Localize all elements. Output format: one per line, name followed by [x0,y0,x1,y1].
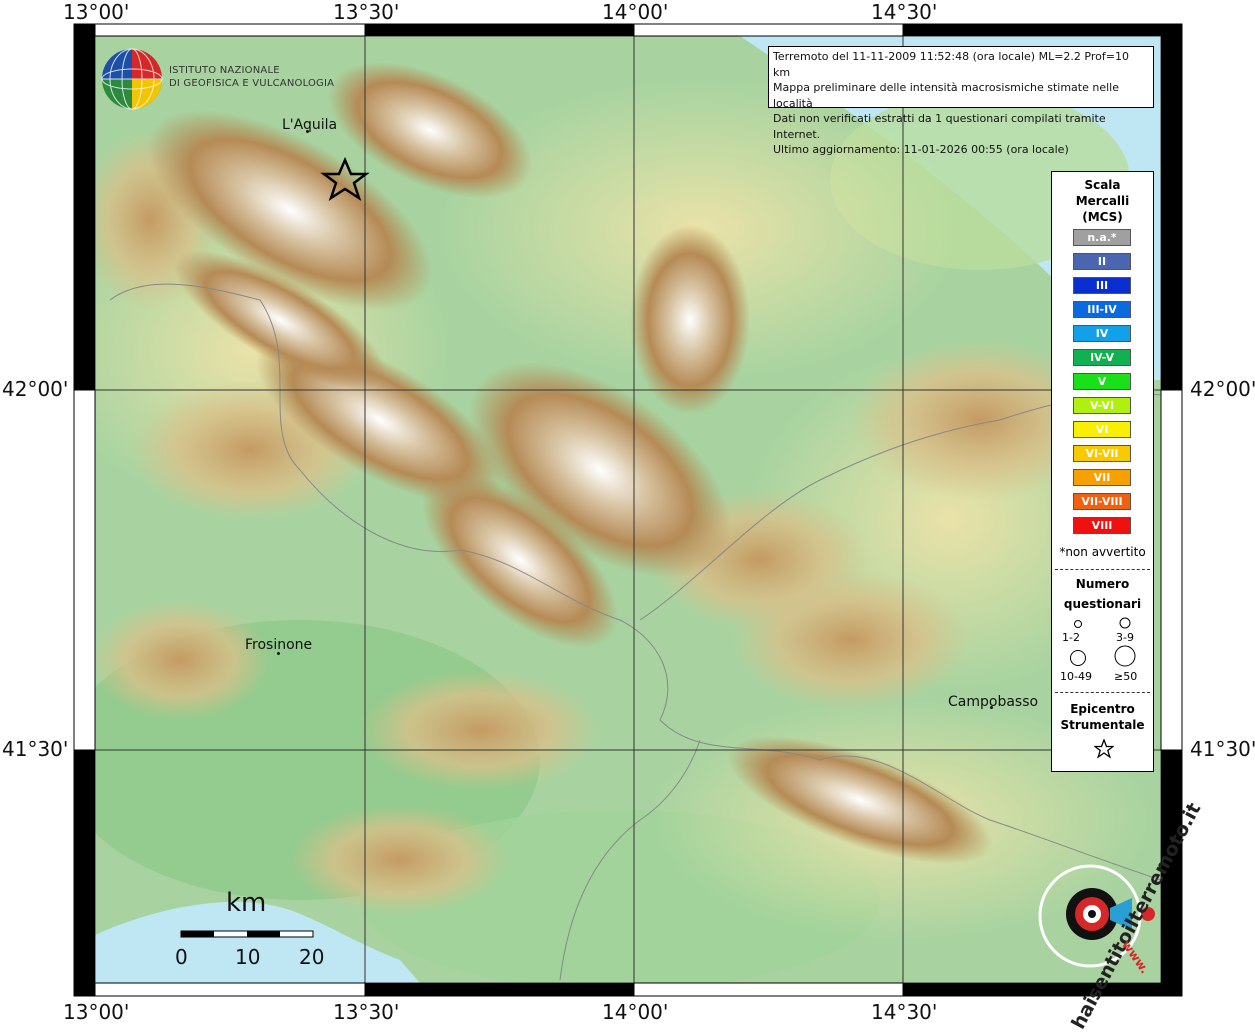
legend-swatch: VI-VII [1073,445,1131,462]
legend-swatch: II [1073,253,1131,270]
legend-swatch: VIII [1073,517,1131,534]
lon-tick-bottom: 13°00' [63,1000,130,1024]
legend-star-icon [1094,739,1114,759]
legend-title-line: Scala [1084,178,1121,192]
legend-count-title: Numero questionari [1052,574,1153,614]
ingv-logo-line: DI GEOFISICA E VULCANOLOGIA [169,78,335,89]
scale-bar-label: 10 [235,945,261,969]
event-info-box: Terremoto del 11-11-2009 11:52:48 (ora l… [768,46,1154,156]
ingv-logo-icon [101,48,163,110]
lon-tick-top: 14°00' [602,0,669,24]
lon-tick-top: 13°30' [333,0,400,24]
legend-count-bin: 3-9 [1116,631,1134,644]
lon-tick-bottom: 13°30' [333,1000,400,1024]
legend-swatch: IV [1073,325,1131,342]
legend-count-bin: ≥50 [1114,670,1138,683]
legend-swatch: IV-V [1073,349,1131,366]
legend-divider [1055,692,1150,693]
legend-title: Scala Mercalli (MCS) [1052,177,1153,225]
event-info-line: Mappa preliminare delle intensità macros… [773,81,1119,110]
legend-swatch: VII [1073,469,1131,486]
legend-swatch: V [1073,373,1131,390]
legend-swatch: VII-VIII [1073,493,1131,510]
city-marker [306,130,309,133]
event-info-line: Ultimo aggiornamento: 11-01-2026 00:55 (… [773,143,1069,156]
terrain [95,36,1161,983]
city-marker [990,706,993,709]
legend-title-line: Mercalli [1075,194,1130,208]
legend-epicenter-title: Epicentro Strumentale [1052,701,1153,733]
legend-title-line: (MCS) [1082,210,1123,224]
lon-tick-top: 14°30' [871,0,938,24]
legend-epicenter-line: Strumentale [1060,718,1145,732]
legend-epicenter-line: Epicentro [1070,702,1135,716]
scale-bar-unit: km [226,888,267,918]
lat-tick-right: 41°30' [1190,737,1255,761]
lat-tick-right: 42°00' [1190,377,1255,401]
legend-count-title-line: Numero [1075,577,1130,591]
lat-tick-left: 42°00' [2,377,69,401]
legend-swatch: III [1073,277,1131,294]
mcs-legend: Scala Mercalli (MCS) n.a.* II III III-IV IV I… [1051,171,1154,772]
lon-tick-top: 13°00' [63,0,130,24]
event-info-line: Terremoto del 11-11-2009 11:52:48 (ora l… [773,50,1129,79]
lon-tick-bottom: 14°30' [871,1000,938,1024]
event-info-line: Dati non verificati estratti da 1 questi… [773,112,1106,141]
city-label-frosinone: Frosinone [245,637,313,653]
city-label-laquila: L'Aquila [282,117,338,133]
lon-tick-bottom: 14°00' [602,1000,669,1024]
legend-count-bin: 10-49 [1060,670,1092,683]
city-label-campobasso: Campobasso [948,694,1039,710]
legend-count-bin: 1-2 [1062,631,1080,644]
legend-swatch: VI [1073,421,1131,438]
ingv-logo-line: ISTITUTO NAZIONALE [169,65,280,76]
legend-count-title-line: questionari [1063,597,1142,611]
scale-bar [180,930,314,938]
legend-swatch: n.a.* [1073,229,1131,246]
legend-swatch: V-VI [1073,397,1131,414]
ingv-logo-text: ISTITUTO NAZIONALE DI GEOFISICA E VULCAN… [169,64,334,90]
legend-divider [1055,569,1150,570]
scale-bar-label: 0 [175,945,188,969]
legend-not-felt: *non avvertito [1059,545,1146,559]
scale-bar-label: 20 [299,945,325,969]
city-marker [277,652,280,655]
legend-swatch: III-IV [1073,301,1131,318]
lat-tick-left: 41°30' [2,737,69,761]
